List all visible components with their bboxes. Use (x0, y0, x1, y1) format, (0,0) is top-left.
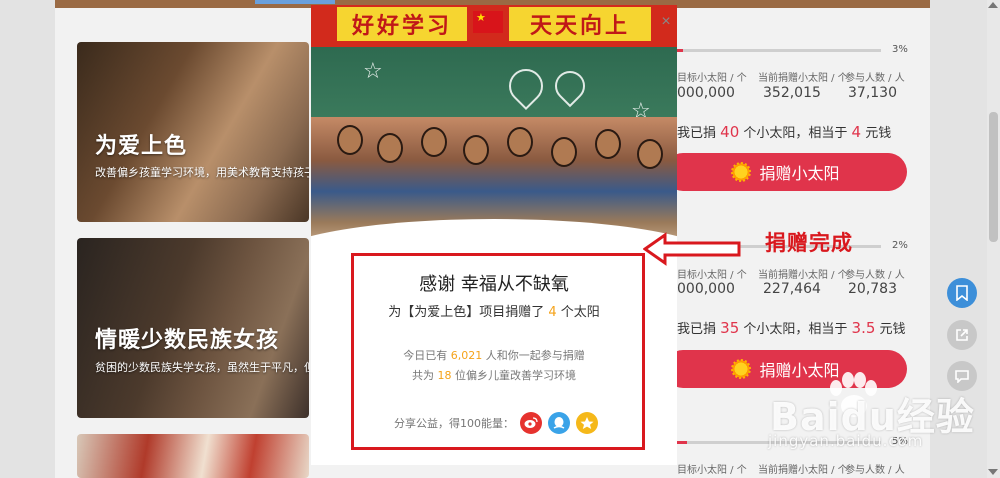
project-card-ethnic-girls[interactable]: 情暖少数民族女孩 贫困的少数民族失学女孩，虽然生于平凡，但也 (77, 238, 309, 418)
progress-fill (677, 441, 688, 444)
donation-prefix: 我已捐 (677, 126, 717, 141)
bookmark-icon[interactable] (947, 278, 977, 308)
banner-right-text: 天天向上 (509, 7, 651, 41)
project-title: 情暖少数民族女孩 (95, 328, 280, 353)
chalk-star-icon: ☆ (363, 59, 383, 84)
donation-suffix: 元钱 (879, 322, 906, 337)
modal-class-photo: 好好学习 天天向上 ☆ ☆ (311, 5, 677, 241)
donation-suffix: 元钱 (865, 126, 892, 141)
chalk-heart-icon (501, 61, 551, 111)
banner-left-text: 好好学习 (337, 7, 467, 41)
stat-value-current: 352,015 (763, 85, 821, 101)
project-1-progress (677, 49, 881, 52)
progress-percent: 3% (892, 44, 908, 55)
student-face (551, 137, 577, 167)
progress-percent: 2% (892, 240, 908, 251)
annotation-arrow-icon (643, 232, 741, 266)
sun-icon (731, 162, 752, 182)
project-card-wei-ai-shang-se[interactable]: 为爱上色 改善偏乡孩童学习环境，用美术教育支持孩子们 (77, 42, 309, 222)
share-icon[interactable] (947, 320, 977, 350)
student-face (377, 133, 403, 163)
student-face (337, 125, 363, 155)
stat-value-current: 227,464 (763, 281, 821, 297)
project-description: 改善偏乡孩童学习环境，用美术教育支持孩子们 (95, 166, 309, 179)
donation-count: 35 (720, 319, 740, 337)
donate-button-label: 捐赠小太阳 (759, 166, 840, 183)
my-donation-summary: 我已捐 35 个小太阳，相当于 3.5 元钱 (677, 318, 906, 337)
student-face (637, 139, 663, 169)
photo-banner: 好好学习 天天向上 (311, 5, 677, 47)
watermark-url: jingyan.baidu.com (768, 432, 924, 450)
annotation-label: 捐赠完成 (765, 231, 853, 255)
project-card-third[interactable] (77, 434, 309, 478)
student-face (463, 135, 489, 165)
my-donation-summary: 我已捐 40 个小太阳，相当于 4 元钱 (677, 122, 891, 141)
progress-fill (677, 49, 684, 52)
project-title: 为爱上色 (95, 134, 188, 159)
donation-prefix: 我已捐 (677, 322, 717, 337)
header-tab-indicator (255, 0, 335, 4)
stat-label-participants: 参与人数 / 人 (845, 73, 905, 84)
donation-money: 4 (851, 123, 862, 141)
student-face (595, 129, 621, 159)
stat-label-current: 当前捐赠小太阳 / 个 (758, 73, 848, 84)
stat-label-current: 当前捐赠小太阳 / 个 (758, 465, 848, 476)
stat-value-target: 000,000 (677, 281, 735, 297)
scroll-up-icon[interactable] (988, 2, 998, 8)
donation-count: 40 (720, 123, 740, 141)
stat-label-current: 当前捐赠小太阳 / 个 (758, 270, 848, 281)
stat-label-participants: 参与人数 / 人 (845, 270, 905, 281)
stat-value-target: 000,000 (677, 85, 735, 101)
donation-money: 3.5 (851, 319, 876, 337)
stat-value-participants: 37,130 (848, 85, 897, 101)
student-face (507, 127, 533, 157)
scroll-thumb[interactable] (989, 112, 998, 242)
close-icon[interactable]: × (658, 14, 674, 30)
stat-label-target: 目标小太阳 / 个 (677, 73, 747, 84)
donate-sun-button[interactable]: 捐赠小太阳 (664, 153, 907, 191)
stat-label-target: 目标小太阳 / 个 (677, 270, 747, 281)
donation-unit: 个小太阳，相当于 (743, 126, 848, 141)
project-description: 贫困的少数民族失学女孩，虽然生于平凡，但也 (95, 361, 309, 374)
student-face (421, 127, 447, 157)
stat-value-participants: 20,783 (848, 281, 897, 297)
stat-label-target: 目标小太阳 / 个 (677, 465, 747, 476)
stat-label-participants: 参与人数 / 人 (845, 465, 905, 476)
donation-unit: 个小太阳，相当于 (743, 322, 848, 337)
sun-icon (731, 359, 752, 379)
scroll-down-icon[interactable] (988, 469, 998, 475)
highlight-box (351, 253, 645, 450)
flag-icon (473, 11, 503, 33)
project-photo (77, 434, 309, 478)
chalk-heart-icon (548, 64, 592, 108)
